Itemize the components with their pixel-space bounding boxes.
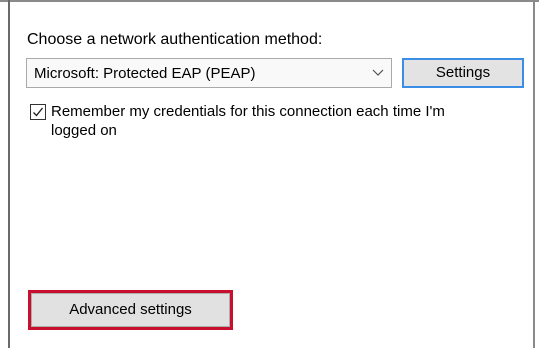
eap-settings-panel: Choose a network authentication method: … xyxy=(0,0,539,348)
checkmark-icon xyxy=(33,107,44,117)
panel-right-border xyxy=(533,0,535,348)
panel-left-border xyxy=(8,0,10,348)
remember-credentials-checkbox[interactable] xyxy=(30,104,46,120)
settings-button[interactable]: Settings xyxy=(402,58,524,88)
authentication-method-label: Choose a network authentication method: xyxy=(27,31,323,48)
authentication-method-selected-value: Microsoft: Protected EAP (PEAP) xyxy=(34,65,256,82)
advanced-settings-button[interactable]: Advanced settings xyxy=(31,293,230,327)
authentication-method-dropdown[interactable]: Microsoft: Protected EAP (PEAP) xyxy=(26,58,392,88)
panel-top-border xyxy=(0,0,539,2)
remember-credentials-label[interactable]: Remember my credentials for this connect… xyxy=(51,102,491,140)
chevron-down-icon xyxy=(370,65,386,81)
